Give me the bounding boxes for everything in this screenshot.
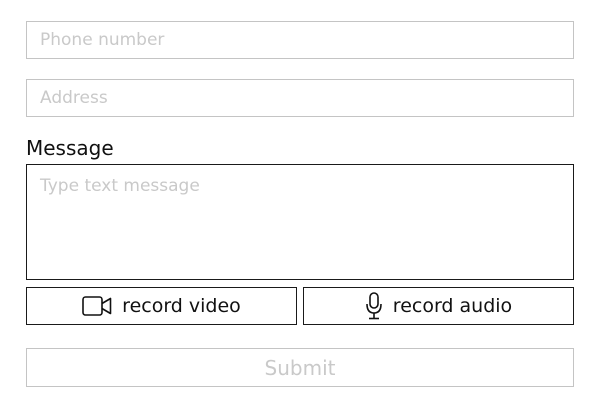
record-video-label: record video xyxy=(122,295,241,317)
video-camera-icon xyxy=(82,295,112,317)
address-input[interactable] xyxy=(26,79,574,117)
record-video-button[interactable]: record video xyxy=(26,287,297,325)
contact-form: Message record video record audio Submit xyxy=(0,0,600,400)
record-audio-button[interactable]: record audio xyxy=(303,287,574,325)
message-label: Message xyxy=(26,136,114,160)
record-audio-label: record audio xyxy=(392,295,513,317)
message-textarea[interactable] xyxy=(26,164,574,280)
phone-number-input[interactable] xyxy=(26,21,574,59)
submit-button[interactable]: Submit xyxy=(26,348,574,387)
microphone-icon xyxy=(365,292,383,320)
